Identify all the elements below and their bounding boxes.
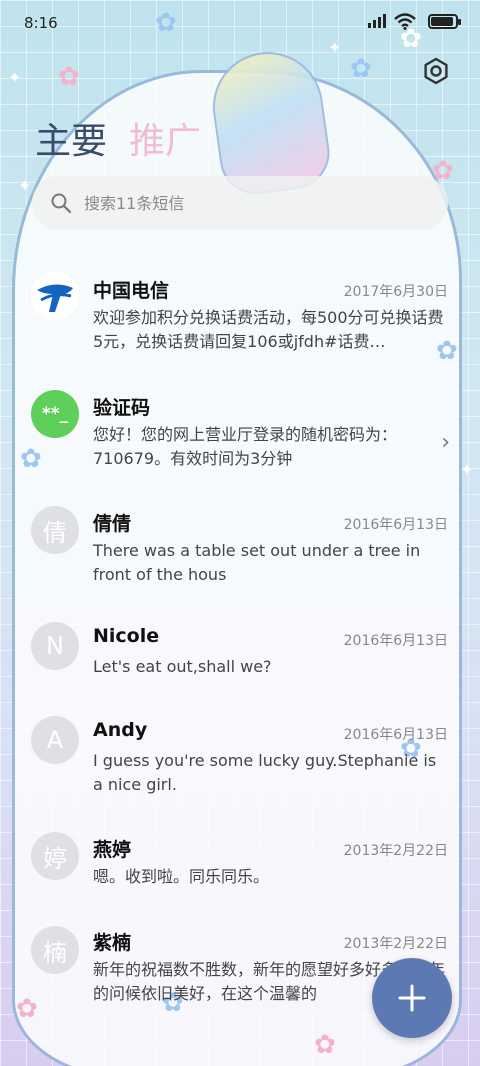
- avatar: [31, 272, 79, 320]
- conversation-preview: Let's eat out,shall we?: [93, 657, 272, 676]
- conversation-preview: 欢迎参加积分兑换话费活动，每500分可兑换话费5元，兑换话费请回复106或jfd…: [93, 308, 444, 351]
- status-time: 8:16: [24, 14, 58, 32]
- avatar: 倩: [31, 506, 79, 554]
- conversation-item[interactable]: **_ 验证码 您好！您的网上营业厅登录的随机密码为：710679。有效时间为3…: [0, 380, 480, 488]
- conversation-item[interactable]: 中国电信 2017年6月30日 欢迎参加积分兑换话费活动，每500分可兑换话费5…: [0, 262, 480, 370]
- conversation-date: 2013年2月22日: [343, 843, 448, 859]
- wifi-icon: [394, 13, 416, 30]
- conversation-name: Andy: [93, 719, 148, 741]
- conversation-name: 验证码: [93, 397, 151, 419]
- chevron-right-icon[interactable]: ›: [441, 430, 450, 455]
- wallpaper-flower: ✿: [314, 1030, 336, 1060]
- conversation-preview: 您好！您的网上营业厅登录的随机密码为：710679。有效时间为3分钟: [93, 425, 398, 468]
- avatar: 婷: [31, 832, 79, 880]
- conversation-date: 2016年6月13日: [343, 633, 448, 649]
- conversation-item[interactable]: 倩 倩倩 2016年6月13日 There was a table set ou…: [0, 496, 480, 604]
- wallpaper-flower: ✿: [350, 54, 372, 84]
- search-input[interactable]: [84, 193, 384, 213]
- tab-primary[interactable]: 主要: [35, 112, 107, 164]
- conversation-item[interactable]: 婷 燕婷 2013年2月22日 嗯。收到啦。同乐同乐。: [0, 822, 480, 912]
- conversation-name: 中国电信: [93, 280, 170, 302]
- conversation-item[interactable]: A Andy 2016年6月13日 I guess you're some lu…: [0, 706, 480, 814]
- avatar: A: [31, 716, 79, 764]
- conversation-name: Nicole: [93, 625, 160, 647]
- tab-promotions[interactable]: 推广: [129, 112, 201, 164]
- signal-icon: [368, 14, 386, 28]
- plus-icon: [398, 984, 426, 1012]
- wallpaper-flower: ✿: [58, 62, 80, 92]
- conversation-preview: I guess you're some lucky guy.Stephanie …: [93, 751, 437, 794]
- search-bar[interactable]: [32, 176, 448, 230]
- tab-bar: 主要 推广: [35, 112, 201, 164]
- conversation-preview: There was a table set out under a tree i…: [93, 541, 421, 584]
- new-message-button[interactable]: [372, 958, 452, 1038]
- conversation-name: 倩倩: [93, 513, 132, 535]
- conversation-item[interactable]: N Nicole 2016年6月13日 Let's eat out,shall …: [0, 612, 480, 702]
- conversation-name: 紫楠: [93, 932, 132, 954]
- avatar: N: [31, 622, 79, 670]
- avatar: 楠: [31, 926, 79, 974]
- avatar: **_: [31, 390, 79, 438]
- conversation-date: 2016年6月13日: [343, 517, 448, 533]
- battery-icon: [428, 14, 461, 29]
- search-icon: [51, 193, 72, 214]
- conversation-date: 2017年6月30日: [343, 284, 448, 300]
- conversation-date: 2016年6月13日: [343, 727, 448, 743]
- wallpaper-sparkle: ✦: [18, 176, 32, 195]
- conversation-date: 2013年2月22日: [343, 936, 448, 952]
- wallpaper-sparkle: ✦: [8, 68, 22, 87]
- conversation-preview: 嗯。收到啦。同乐同乐。: [93, 867, 270, 886]
- conversation-name: 燕婷: [93, 839, 132, 861]
- status-bar: 8:16: [0, 0, 480, 44]
- china-telecom-logo: [37, 284, 73, 312]
- gear-icon[interactable]: [422, 57, 450, 85]
